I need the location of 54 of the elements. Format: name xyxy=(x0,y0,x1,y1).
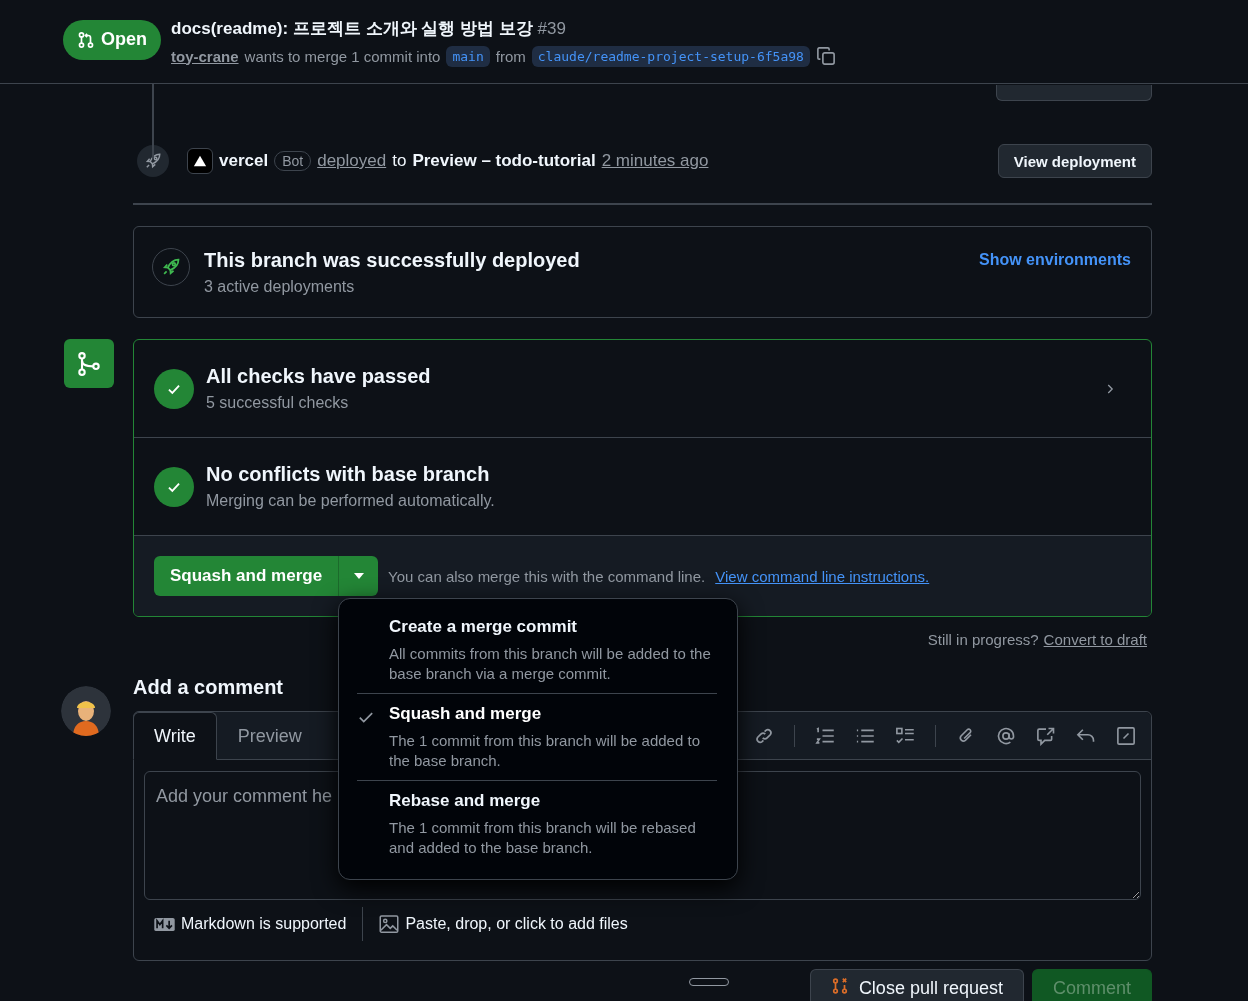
mention-icon[interactable] xyxy=(996,725,1016,746)
check-subtitle: 5 successful checks xyxy=(206,394,350,412)
view-deployment-button[interactable]: View deployment xyxy=(997,144,1152,178)
cross-reference-icon[interactable] xyxy=(1036,725,1056,746)
attach-files-note[interactable]: Paste, drop, or click to add files xyxy=(379,914,628,934)
command-line-note: You can also merge this with the command line. xyxy=(388,567,706,585)
rocket-icon xyxy=(137,145,169,177)
merge-option[interactable]: Rebase and merge The 1 commit from this branch will be rebased and added to the base branch. xyxy=(357,780,717,867)
pull-request-icon xyxy=(77,30,95,49)
caret-icon xyxy=(353,573,364,579)
deployment-title: This branch was successfully deployed xyxy=(204,248,581,272)
merge-summary: wants to merge 1 commit into xyxy=(244,47,441,65)
check-row[interactable]: All checks have passed 5 successful checks xyxy=(134,340,1151,438)
head-branch-label[interactable]: claude/readme-project-setup-6f5a98 xyxy=(531,45,810,67)
actor-link[interactable]: vercel xyxy=(219,151,269,171)
environment-name: Preview – todo-tutorial xyxy=(412,151,596,171)
check-icon xyxy=(154,368,194,409)
merge-option[interactable]: Create a merge commit All commits from this branch will be added to the base branch via a merge commit. xyxy=(357,607,717,693)
closed-pull-request-icon xyxy=(830,977,849,995)
copy-icon[interactable] xyxy=(815,46,836,66)
check-title: No conflicts with base branch xyxy=(206,463,491,486)
pull-request-title: docs(readme): 프로젝트 소개와 실행 방법 보강 xyxy=(171,18,533,38)
from-label: from xyxy=(495,47,526,65)
draft-prompt: Still in progress? xyxy=(927,631,1039,648)
editor-tab[interactable]: Preview xyxy=(216,712,323,760)
to-label: to xyxy=(392,151,407,171)
comment-heading: Add a comment xyxy=(133,676,284,699)
squash-and-merge-button[interactable]: Squash and merge xyxy=(154,556,339,596)
image-icon xyxy=(379,914,400,934)
show-environments-link[interactable]: Show environments xyxy=(978,251,1131,269)
command-line-link[interactable]: View command line instructions. xyxy=(715,567,930,585)
avatar xyxy=(61,686,111,736)
close-pull-request-button[interactable]: Close pull request xyxy=(809,969,1024,1001)
convert-to-draft-link[interactable]: Convert to draft xyxy=(1043,631,1147,648)
pull-request-number: #39 xyxy=(537,18,566,38)
slash-command-icon[interactable] xyxy=(1116,725,1136,746)
author-link[interactable]: toy-crane xyxy=(171,47,239,65)
merge-options-button[interactable] xyxy=(338,556,379,596)
numbered-list-icon[interactable] xyxy=(815,725,835,746)
markdown-icon xyxy=(154,917,175,931)
markdown-note[interactable]: Markdown is supported xyxy=(154,915,347,933)
triangle-logo-icon xyxy=(187,148,213,174)
editor-tab[interactable]: Write xyxy=(133,712,217,760)
check-icon xyxy=(154,466,194,507)
merge-option[interactable]: Squash and merge The 1 commit from this branch will be added to the base branch. xyxy=(357,693,717,780)
check-title: All checks have passed xyxy=(206,365,432,388)
branch-merge-icon xyxy=(64,339,114,388)
check-subtitle: Merging can be performed automatically. xyxy=(206,492,496,510)
deployed-link[interactable]: deployed xyxy=(317,151,387,171)
deployment-count: 3 active deployments xyxy=(204,277,356,296)
state-badge: Open xyxy=(63,19,161,60)
time-link[interactable]: 2 minutes ago xyxy=(601,151,709,171)
base-branch-label[interactable]: main xyxy=(446,45,490,67)
task-list-icon[interactable] xyxy=(895,725,915,746)
